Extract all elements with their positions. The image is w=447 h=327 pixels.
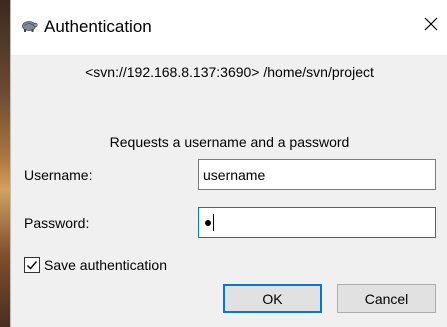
ok-button[interactable]: OK [223,284,322,313]
close-button[interactable] [414,8,447,44]
text-caret [213,214,214,231]
tortoise-icon [20,17,38,33]
username-label: Username: [24,167,93,183]
password-label: Password: [24,215,90,231]
password-field[interactable] [198,207,436,238]
title-bar: Authentication [11,0,447,55]
repository-url: <svn://192.168.8.137:3690> /home/svn/pro… [85,64,374,80]
cancel-button[interactable]: Cancel [337,284,436,313]
username-value: username [203,166,266,183]
desktop-background [0,0,10,327]
close-icon [424,17,438,36]
username-field[interactable]: username [198,159,436,190]
checkmark-icon [27,261,38,270]
authentication-dialog: Authentication <svn://192.168.8.137:3690… [10,0,447,327]
auth-prompt: Requests a username and a password [109,134,350,150]
save-authentication-checkbox[interactable] [24,257,40,273]
password-mask-dot [205,219,211,226]
save-authentication-label[interactable]: Save authentication [44,257,167,273]
window-title: Authentication [44,17,152,36]
